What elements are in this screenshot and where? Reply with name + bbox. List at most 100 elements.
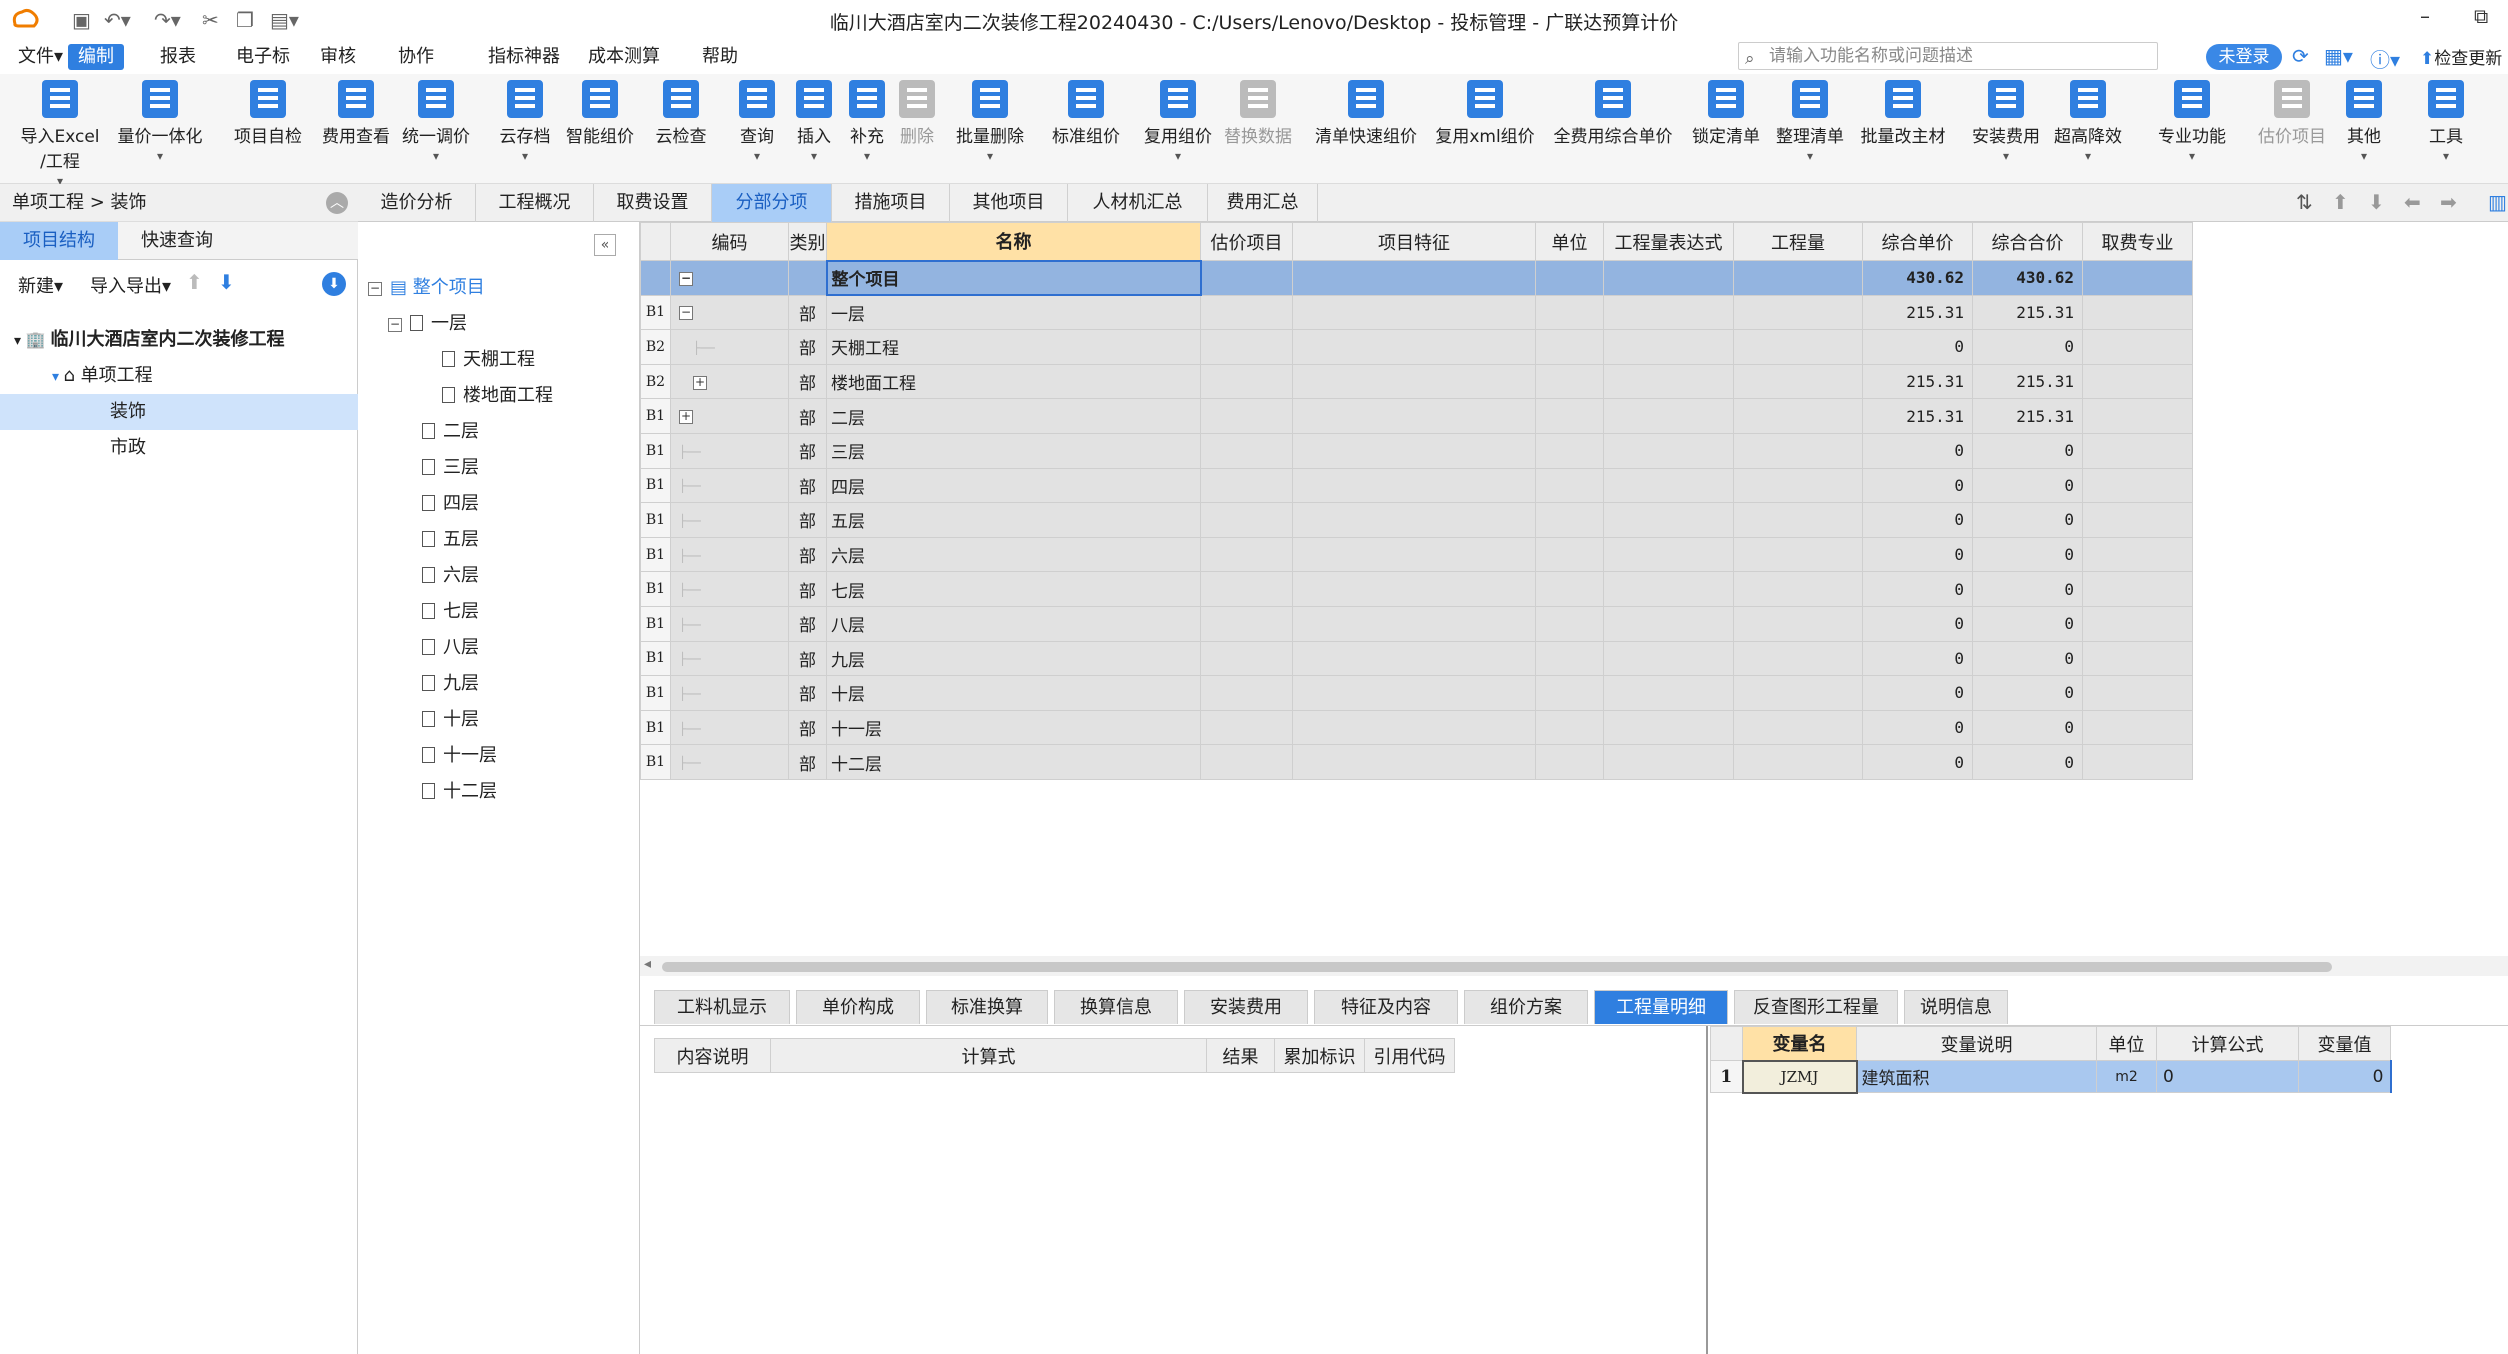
empty-cell[interactable] (1535, 571, 1604, 607)
tab-detail[interactable]: 特征及内容 (1314, 990, 1458, 1024)
name-cell[interactable]: 整个项目 (825, 259, 1202, 297)
type-cell[interactable]: 部 (788, 536, 827, 573)
quantity-cell[interactable] (1733, 640, 1863, 677)
column-header[interactable]: 引用代码 (1364, 1038, 1455, 1073)
empty-cell[interactable] (1200, 329, 1293, 365)
total-price-cell[interactable]: 0 (1972, 675, 2083, 711)
empty-cell[interactable] (1292, 709, 1536, 746)
dropdown-arrow-icon[interactable]: ▾ (950, 149, 1030, 163)
column-header[interactable]: 变量值 (2298, 1026, 2391, 1061)
empty-cell[interactable] (1535, 675, 1604, 711)
quantity-cell[interactable] (1733, 709, 1863, 746)
empty-cell[interactable] (1200, 571, 1293, 607)
section-tree-node[interactable]: 八层 (368, 630, 638, 666)
name-cell[interactable]: 六层 (826, 536, 1201, 573)
ribbon-button[interactable]: 费用查看 (316, 80, 396, 147)
collapse-box-icon[interactable]: − (368, 282, 382, 296)
unit-price-cell[interactable]: 0 (1862, 432, 1973, 469)
empty-cell[interactable] (1603, 363, 1734, 400)
column-header[interactable]: 累加标识 (1274, 1038, 1365, 1073)
type-cell[interactable]: 部 (788, 329, 827, 365)
menu-item[interactable]: 审核 (310, 44, 366, 70)
type-cell[interactable]: 部 (788, 675, 827, 711)
name-cell[interactable]: 十层 (826, 675, 1201, 711)
quantity-cell[interactable] (1733, 571, 1863, 607)
empty-cell[interactable] (1200, 398, 1293, 434)
code-cell[interactable]: + (670, 363, 789, 400)
quantity-cell[interactable] (1733, 398, 1863, 434)
ribbon-button[interactable]: 复用xml组价 (1430, 80, 1540, 147)
name-cell[interactable]: 二层 (826, 398, 1201, 434)
empty-cell[interactable] (1535, 398, 1604, 434)
total-price-cell[interactable]: 0 (1972, 432, 2083, 469)
move-right-icon[interactable]: ➡ (2440, 190, 2457, 214)
empty-cell[interactable] (1603, 398, 1734, 434)
scrollbar-thumb[interactable] (662, 962, 2332, 972)
tab-detail[interactable]: 标准换算 (926, 990, 1048, 1024)
ribbon-button[interactable]: 全费用综合单价 (1546, 80, 1680, 147)
column-header[interactable]: 计算公式 (2156, 1026, 2299, 1061)
empty-cell[interactable] (1292, 502, 1536, 538)
ribbon-button[interactable]: 估价项目 (2252, 80, 2332, 147)
move-left-icon[interactable]: ⬅ (2404, 190, 2421, 214)
type-cell[interactable]: 部 (788, 398, 827, 434)
empty-cell[interactable] (1200, 467, 1293, 504)
total-price-cell[interactable]: 215.31 (1972, 363, 2083, 400)
total-price-cell[interactable]: 215.31 (1972, 294, 2083, 331)
code-cell[interactable]: − (670, 260, 789, 296)
empty-cell[interactable] (1603, 502, 1734, 538)
column-header[interactable]: 单位 (2096, 1026, 2157, 1061)
code-cell[interactable]: ├── (670, 571, 789, 607)
name-cell[interactable]: 五层 (826, 502, 1201, 538)
fee-category-cell[interactable] (2082, 329, 2193, 365)
tab-main[interactable]: 费用汇总 (1208, 184, 1318, 222)
table-row[interactable]: 1 JZMJ 建筑面积 m2 0 0 (1710, 1059, 2392, 1094)
type-cell[interactable]: 部 (788, 744, 827, 780)
fee-category-cell[interactable] (2082, 363, 2193, 400)
empty-cell[interactable] (1200, 640, 1293, 677)
column-header[interactable]: 编码 (670, 222, 789, 261)
project-tree-node[interactable]: ▾ 🏢 临川大酒店室内二次装修工程 (0, 322, 358, 358)
name-cell[interactable]: 天棚工程 (826, 329, 1201, 365)
table-row[interactable]: B1 ├── 部十层 0 0 (640, 675, 2193, 711)
empty-cell[interactable] (1200, 709, 1293, 746)
empty-cell[interactable] (1292, 467, 1536, 504)
total-price-cell[interactable]: 0 (1972, 502, 2083, 538)
section-tree-node[interactable]: 十二层 (368, 774, 638, 810)
fee-category-cell[interactable] (2082, 432, 2193, 469)
quantity-cell[interactable] (1733, 432, 1863, 469)
total-price-cell[interactable]: 0 (1972, 605, 2083, 642)
menu-item[interactable]: 报表 (150, 44, 206, 70)
empty-cell[interactable] (1603, 260, 1734, 296)
section-tree-node[interactable]: 三层 (368, 450, 638, 486)
column-header[interactable]: 取费专业 (2082, 222, 2193, 261)
section-tree-node[interactable]: 六层 (368, 558, 638, 594)
var-unit-cell[interactable]: m2 (2096, 1060, 2157, 1093)
column-header[interactable]: 变量说明 (1856, 1026, 2097, 1061)
ribbon-button[interactable]: 云存档 ▾ (494, 80, 556, 163)
tab-detail[interactable]: 单价构成 (796, 990, 920, 1024)
refresh-icon[interactable]: ⟳ (2292, 44, 2309, 68)
unit-price-cell[interactable]: 0 (1862, 709, 1973, 746)
empty-cell[interactable] (1535, 363, 1604, 400)
ribbon-button[interactable]: 导入Excel/工程 ▾ (14, 80, 106, 188)
unit-price-cell[interactable]: 0 (1862, 675, 1973, 711)
menu-item[interactable]: 编制 (68, 44, 124, 70)
ribbon-button[interactable]: 批量改主材 (1852, 80, 1954, 147)
tab-detail[interactable]: 工料机显示 (654, 990, 790, 1024)
column-header[interactable]: 计算式 (770, 1038, 1207, 1073)
check-update-button[interactable]: ⬆检查更新 (2420, 44, 2502, 69)
empty-cell[interactable] (1292, 536, 1536, 573)
expand-box-icon[interactable]: − (679, 271, 693, 286)
type-cell[interactable]: 部 (788, 363, 827, 400)
empty-cell[interactable] (1535, 294, 1604, 331)
empty-cell[interactable] (1200, 605, 1293, 642)
expand-box-icon[interactable]: + (693, 375, 707, 390)
code-cell[interactable]: ├── (670, 709, 789, 746)
column-header[interactable]: 内容说明 (654, 1038, 771, 1073)
quantity-cell[interactable] (1733, 363, 1863, 400)
empty-cell[interactable] (1535, 329, 1604, 365)
menu-item[interactable]: 帮助 (692, 44, 748, 70)
code-cell[interactable]: ├── (670, 467, 789, 504)
code-cell[interactable]: + (670, 398, 789, 434)
